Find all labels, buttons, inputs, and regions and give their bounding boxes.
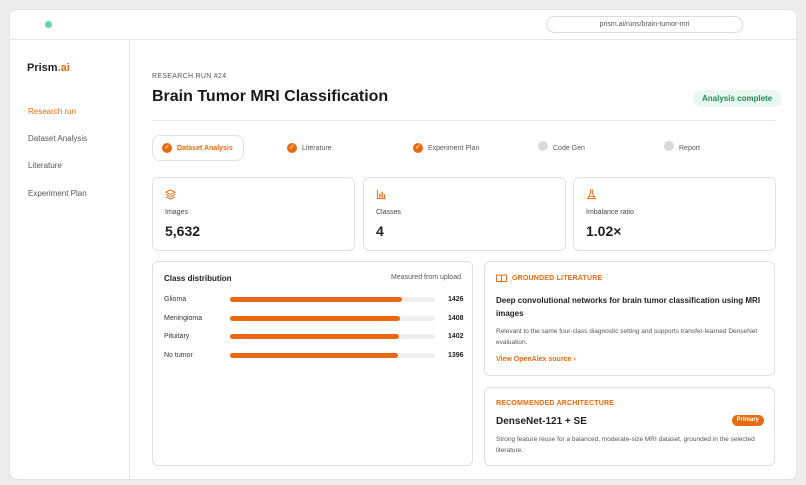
architecture-title: DenseNet-121 + SE [496,416,587,427]
sidebar: Prism.ai Research run Dataset Analysis L… [10,40,130,479]
status-dot-icon [45,21,52,28]
stat-card-images: Images 5,632 [152,177,355,251]
step-label: Report [679,144,701,152]
architecture-kicker: RECOMMENDED ARCHITECTURE [496,400,615,407]
sidebar-item-experiment-plan[interactable]: Experiment Plan [28,189,87,198]
stat-value: 5,632 [165,223,201,239]
step-label: Dataset Analysis [177,144,233,152]
step-code-gen[interactable]: Code Gen [538,135,585,161]
class-name: No tumor [164,352,193,359]
literature-summary: Relevant to the same four-class diagnost… [496,328,758,346]
stat-card-classes: Classes 4 [363,177,566,251]
check-icon: ✓ [287,143,297,153]
flask-icon [586,189,597,200]
pending-dot-icon [664,141,674,151]
open-book-icon [496,274,507,283]
step-report[interactable]: Report [664,135,700,161]
pending-dot-icon [538,141,548,151]
browser-window: prism.ai/runs/brain-tumor-mri Prism.ai R… [9,9,797,480]
bar-fill [230,297,402,302]
bar-track [230,316,435,321]
run-eyebrow: RESEARCH RUN #24 [152,73,227,80]
brand-suffix: .ai [57,62,70,74]
page-title: Brain Tumor MRI Classification [152,88,389,105]
bar-track [230,297,435,302]
check-icon: ✓ [413,143,423,153]
literature-kicker: GROUNDED LITERATURE [496,274,602,283]
sidebar-item-dataset-analysis[interactable]: Dataset Analysis [28,134,87,143]
distribution-row: Pituitary 1402 [164,332,464,342]
url-bar[interactable]: prism.ai/runs/brain-tumor-mri [546,16,743,33]
literature-title: Deep convolutional networks for brain tu… [496,296,761,318]
stat-label: Classes [376,209,401,216]
class-name: Meningioma [164,315,203,322]
header-divider [152,120,775,121]
class-count: 1402 [448,333,464,340]
class-name: Glioma [164,296,187,303]
browser-titlebar: prism.ai/runs/brain-tumor-mri [10,10,796,40]
grounded-literature-card: GROUNDED LITERATURE Deep convolutional n… [484,261,775,376]
step-literature[interactable]: ✓ Literature [287,135,332,161]
distribution-row: Meningioma 1408 [164,314,464,324]
bar-fill [230,334,400,339]
step-dataset-analysis[interactable]: ✓ Dataset Analysis [152,135,244,161]
main-content: RESEARCH RUN #24 Brain Tumor MRI Classif… [130,40,796,479]
step-label: Literature [302,144,332,152]
bar-fill [230,316,400,321]
bar-chart-icon [376,189,387,200]
bar-track [230,334,435,339]
stat-card-imbalance: Imbalance ratio 1.02× [573,177,776,251]
class-distribution-card: Class distribution Measured from upload … [152,261,473,466]
primary-badge: Primary [731,415,764,426]
distribution-note: Measured from upload [390,274,461,281]
view-openalex-link[interactable]: View OpenAlex source › [496,356,576,363]
architecture-summary: Strong feature reuse for a balanced, mod… [496,436,755,454]
distribution-row: Glioma 1426 [164,295,464,305]
stat-value: 4 [376,223,384,239]
class-count: 1426 [448,296,464,303]
stat-label: Images [165,209,188,216]
class-name: Pituitary [164,333,190,340]
sidebar-item-research-run[interactable]: Research run [28,107,76,116]
step-experiment-plan[interactable]: ✓ Experiment Plan [413,135,479,161]
brand-logo[interactable]: Prism.ai [27,62,70,74]
stat-value: 1.02× [586,223,622,239]
check-icon: ✓ [162,143,172,153]
distribution-row: No tumor 1396 [164,351,464,361]
step-label: Experiment Plan [428,144,480,152]
distribution-title: Class distribution [164,274,232,283]
class-count: 1396 [448,352,464,359]
sidebar-item-literature[interactable]: Literature [28,161,62,170]
recommended-architecture-card: RECOMMENDED ARCHITECTURE DenseNet-121 + … [484,387,775,466]
class-count: 1408 [448,315,464,322]
literature-kicker-label: GROUNDED LITERATURE [512,275,603,282]
bar-fill [230,353,399,358]
stat-label: Imbalance ratio [586,209,634,216]
step-label: Code Gen [553,144,585,152]
bar-track [230,353,435,358]
status-badge: Analysis complete [693,90,782,107]
layers-icon [165,189,176,200]
brand-name: Prism [27,62,58,74]
